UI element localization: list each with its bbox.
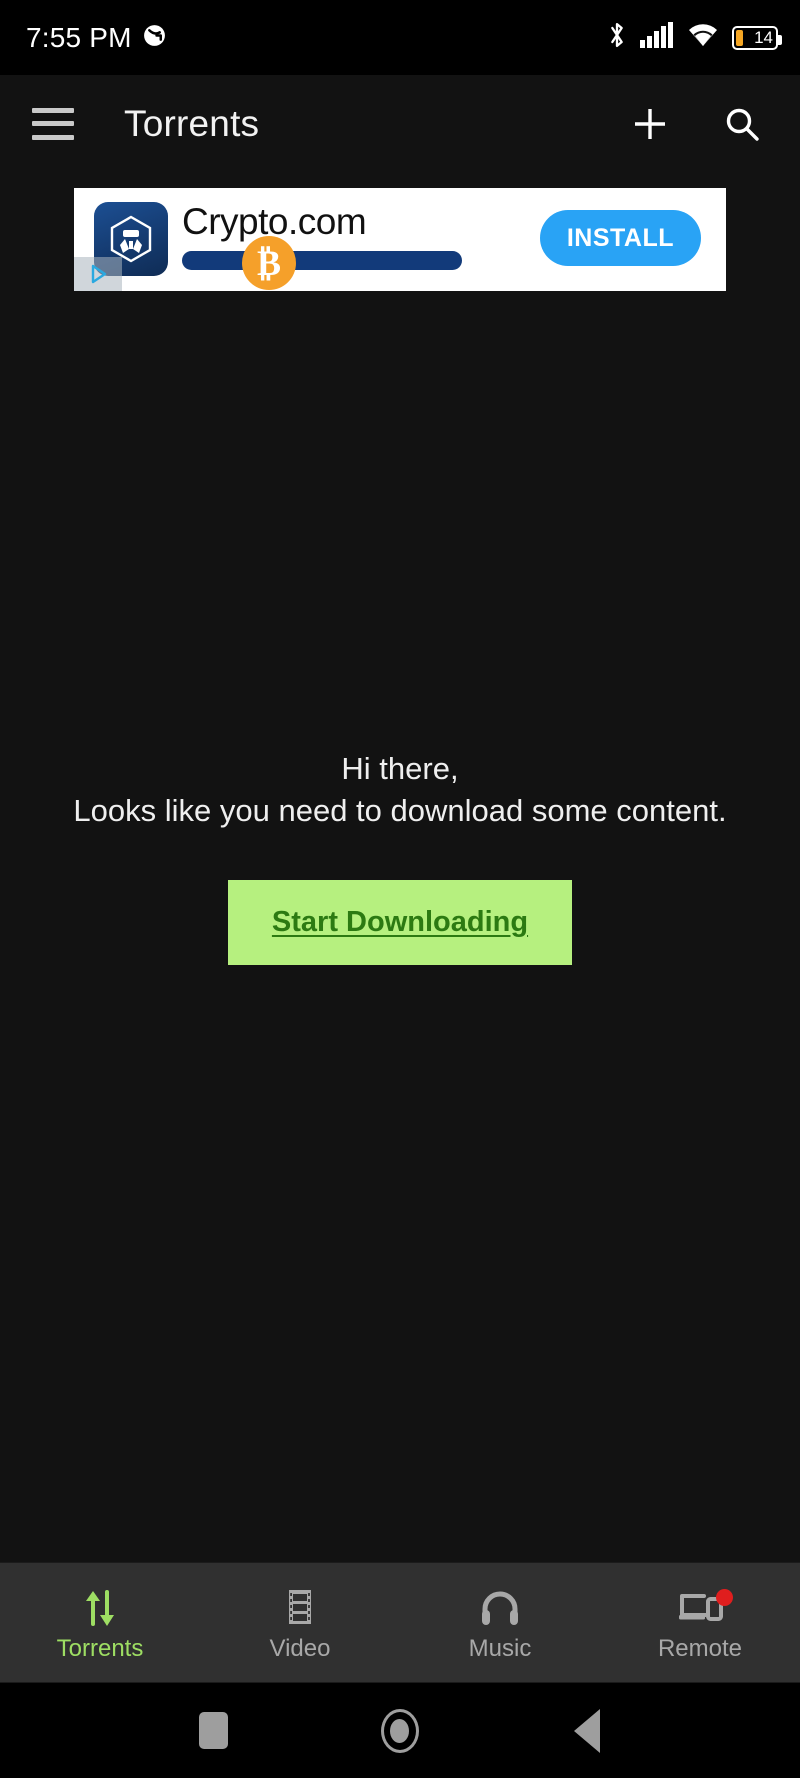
ad-text-block: Crypto.com xyxy=(182,188,546,291)
ad-advertiser-name: Crypto.com xyxy=(182,201,367,242)
square-recents-icon[interactable] xyxy=(178,1696,248,1766)
nav-tab-torrents-label: Torrents xyxy=(56,1634,144,1662)
app-bar: Torrents xyxy=(0,75,800,172)
cellular-signal-icon xyxy=(640,22,674,53)
status-bar-left: 7:55 PM xyxy=(26,22,167,54)
ad-banner-container: Crypto.com ₿ INSTALL xyxy=(0,172,800,291)
bluetooth-icon xyxy=(607,21,627,54)
headphones-icon xyxy=(478,1585,522,1629)
start-downloading-button[interactable]: Start Downloading xyxy=(227,879,573,965)
nav-tab-remote[interactable]: Remote xyxy=(600,1563,800,1682)
wifi-icon xyxy=(687,22,719,53)
status-bar-clock: 7:55 PM xyxy=(26,21,132,53)
start-downloading-label: Start Downloading xyxy=(271,905,529,938)
ad-choices-icon[interactable] xyxy=(74,257,122,291)
empty-state-content: Hi there, Looks like you need to downloa… xyxy=(0,291,800,1562)
android-system-navigation xyxy=(0,1682,800,1778)
status-bar-right: 14 xyxy=(607,21,782,54)
nav-tab-video[interactable]: Video xyxy=(200,1563,400,1682)
status-bar: 7:55 PM 14 xyxy=(0,0,800,75)
hamburger-menu-icon[interactable] xyxy=(32,107,74,140)
bottom-navigation-bar: Torrents Video Music Remote xyxy=(0,1562,800,1682)
transfer-arrows-icon xyxy=(80,1585,120,1629)
battery-icon: 14 xyxy=(732,25,782,50)
bitcoin-icon: ₿ xyxy=(242,236,296,290)
nav-tab-music-label: Music xyxy=(468,1634,532,1662)
remote-notification-badge xyxy=(715,1589,733,1606)
phone-screen: 7:55 PM 14 Torrents Crypto.com ₿ INSTALL… xyxy=(0,0,800,1778)
battery-fill xyxy=(736,29,743,46)
ad-install-button[interactable]: INSTALL xyxy=(539,210,701,266)
ad-progress-bar xyxy=(182,251,462,270)
nav-tab-music[interactable]: Music xyxy=(400,1563,600,1682)
film-strip-icon xyxy=(282,1585,318,1629)
triangle-back-icon[interactable] xyxy=(552,1696,622,1766)
search-icon[interactable] xyxy=(714,96,770,152)
battery-percent-label: 14 xyxy=(754,28,773,47)
page-title: Torrents xyxy=(124,102,260,144)
circle-home-icon[interactable] xyxy=(365,1696,435,1766)
nav-tab-remote-label: Remote xyxy=(657,1634,743,1662)
call-forwarding-icon xyxy=(142,23,167,53)
nav-tab-torrents[interactable]: Torrents xyxy=(0,1563,200,1682)
remote-devices-icon xyxy=(676,1585,724,1629)
empty-state-greeting: Hi there, xyxy=(341,751,459,787)
empty-state-message: Looks like you need to download some con… xyxy=(73,793,727,828)
plus-icon[interactable] xyxy=(622,96,678,152)
nav-tab-video-label: Video xyxy=(269,1634,331,1662)
advertisement-banner[interactable]: Crypto.com ₿ INSTALL xyxy=(74,188,726,291)
